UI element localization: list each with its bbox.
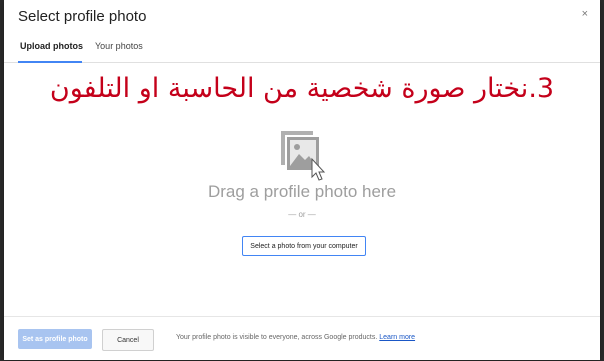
close-icon[interactable]: × (582, 8, 588, 20)
tab-your-photos[interactable]: Your photos (95, 41, 143, 51)
drag-drop-text: Drag a profile photo here (207, 182, 397, 201)
instruction-annotation: 3.نختار صورة شخصية من الحاسبة او التلفون (49, 73, 555, 104)
visibility-notice-text: Your profile photo is visible to everyon… (176, 334, 378, 341)
set-profile-photo-button[interactable]: Set as profile photo (18, 329, 92, 349)
active-tab-indicator (18, 61, 82, 63)
cancel-button[interactable]: Cancel (102, 329, 154, 351)
learn-more-link[interactable]: Learn more (379, 334, 415, 341)
photo-placeholder-icon (279, 129, 331, 186)
tab-bar: Upload photos Your photos (4, 38, 600, 63)
or-separator: — or — (288, 210, 316, 219)
select-photo-button[interactable]: Select a photo from your computer (242, 236, 366, 256)
dialog-title: Select profile photo (18, 8, 147, 25)
dialog-footer: Set as profile photo Cancel Your profile… (4, 316, 600, 361)
profile-photo-dialog: Select profile photo × Upload photos You… (4, 0, 600, 360)
visibility-notice: Your profile photo is visible to everyon… (176, 334, 415, 341)
tab-upload-photos[interactable]: Upload photos (20, 41, 83, 51)
